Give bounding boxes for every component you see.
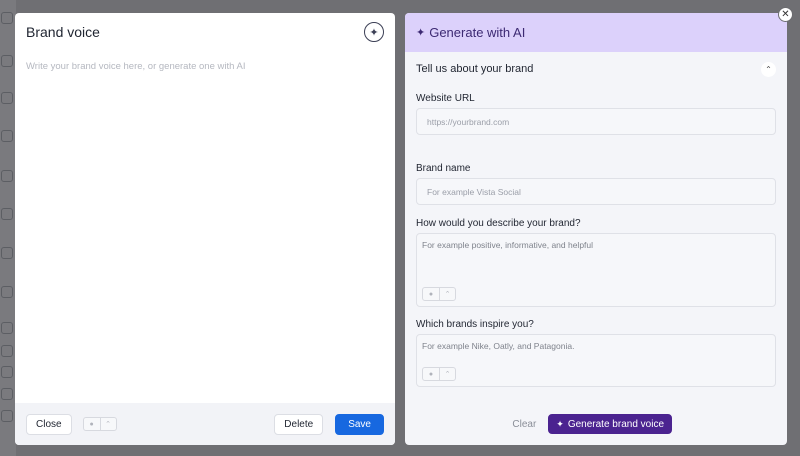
inspire-brands-field: ● ⌃ [416, 334, 776, 387]
brand-info-section-header[interactable]: Tell us about your brand ⌃ [405, 52, 787, 86]
generate-brand-voice-button[interactable]: ✦ Generate brand voice [548, 414, 672, 434]
microphone-icon[interactable]: ● [423, 288, 439, 300]
generate-ai-footer: Clear ✦ Generate brand voice [405, 403, 787, 445]
inspire-brands-input[interactable] [417, 335, 775, 367]
describe-brand-input[interactable] [417, 234, 775, 284]
chevron-up-icon[interactable]: ⌃ [99, 418, 116, 430]
chevron-up-icon[interactable]: ⌃ [439, 288, 455, 300]
voice-input-controls[interactable]: ● ⌃ [422, 367, 456, 381]
generate-label: Generate brand voice [567, 418, 664, 430]
background-sidebar [0, 0, 16, 456]
close-modal-button[interactable]: ✕ [778, 7, 793, 22]
sparkle-icon: ✦ [416, 27, 426, 39]
card-icon [1, 208, 13, 220]
microphone-icon[interactable]: ● [84, 418, 100, 430]
sparkle-icon: ✦ [369, 26, 379, 39]
send-icon [1, 286, 13, 298]
microphone-icon[interactable]: ● [423, 368, 439, 380]
website-url-label: Website URL [416, 93, 475, 104]
save-button[interactable]: Save [335, 413, 384, 435]
voice-input-controls[interactable]: ● ⌃ [82, 417, 117, 431]
delete-button[interactable]: Delete [274, 413, 324, 435]
ai-sparkle-button[interactable]: ✦ [364, 22, 384, 42]
user-icon [1, 55, 13, 67]
list-icon [1, 366, 13, 378]
brand-voice-panel: Brand voice ✦ Close ● ⌃ Delete Save [15, 13, 395, 445]
website-url-input[interactable] [416, 108, 776, 135]
settings-icon [1, 12, 13, 24]
logout-icon [1, 410, 13, 422]
close-button[interactable]: Close [26, 413, 72, 435]
chevron-up-icon[interactable]: ⌃ [439, 368, 455, 380]
brand-voice-footer: Close ● ⌃ Delete Save [15, 403, 395, 445]
box-icon [1, 130, 13, 142]
code-icon [1, 388, 13, 400]
section-title: Tell us about your brand [416, 63, 534, 75]
brand-voice-body [15, 51, 395, 403]
brand-voice-title: Brand voice [26, 24, 100, 40]
describe-brand-field: ● ⌃ [416, 233, 776, 307]
chevron-up-icon: ⌃ [765, 64, 772, 74]
brand-voice-editor[interactable] [26, 61, 384, 393]
describe-brand-label: How would you describe your brand? [416, 218, 581, 229]
copy-icon [1, 92, 13, 104]
sparkle-icon: ✦ [556, 418, 564, 429]
brand-voice-header: Brand voice ✦ [15, 13, 395, 51]
brand-name-input[interactable] [416, 178, 776, 205]
inspire-brands-label: Which brands inspire you? [416, 319, 534, 330]
clear-button[interactable]: Clear [512, 414, 536, 435]
generate-ai-title: Generate with AI [429, 25, 526, 40]
voice-input-controls[interactable]: ● ⌃ [422, 287, 456, 301]
close-icon: ✕ [781, 9, 790, 20]
bag-icon [1, 170, 13, 182]
briefcase-icon [1, 247, 13, 259]
generate-ai-header: ✦ Generate with AI [405, 13, 787, 52]
collapse-button[interactable]: ⌃ [761, 61, 776, 77]
grid-icon [1, 322, 13, 334]
shield-icon [1, 345, 13, 357]
generate-ai-panel: ✦ Generate with AI Tell us about your br… [405, 13, 787, 445]
brand-name-label: Brand name [416, 163, 471, 174]
